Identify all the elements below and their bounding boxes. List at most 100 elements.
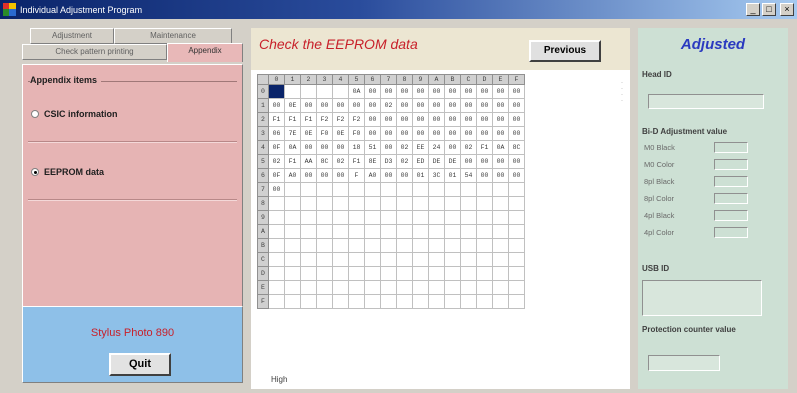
hex-cell[interactable]: 0F <box>268 140 285 155</box>
hex-cell[interactable]: 00 <box>460 112 477 127</box>
tab-adjustment[interactable]: Adjustment <box>30 28 114 44</box>
hex-cell[interactable]: 00 <box>380 112 397 127</box>
hex-cell[interactable] <box>332 196 349 211</box>
hex-cell[interactable]: 00 <box>428 112 445 127</box>
hex-cell[interactable] <box>476 224 493 239</box>
hex-cell[interactable] <box>396 196 413 211</box>
hex-cell[interactable]: 00 <box>316 140 333 155</box>
hex-cell[interactable]: 00 <box>492 168 509 183</box>
hex-cell[interactable] <box>460 294 477 309</box>
hex-cell[interactable] <box>412 238 429 253</box>
hex-cell[interactable]: 24 <box>428 140 445 155</box>
hex-cell[interactable]: 00 <box>412 126 429 141</box>
hex-cell[interactable] <box>300 252 317 267</box>
tab-maintenance[interactable]: Maintenance <box>114 28 232 44</box>
hex-cell[interactable]: 00 <box>460 98 477 113</box>
hex-cell[interactable] <box>428 182 445 197</box>
hex-cell[interactable] <box>428 210 445 225</box>
hex-cell[interactable] <box>332 266 349 281</box>
hex-cell[interactable]: 7E <box>284 126 301 141</box>
hex-cell[interactable]: 00 <box>508 126 525 141</box>
hex-cell[interactable]: 00 <box>428 126 445 141</box>
hex-cell[interactable] <box>412 252 429 267</box>
hex-cell[interactable] <box>300 266 317 281</box>
hex-cell[interactable]: ED <box>412 154 429 169</box>
hex-cell[interactable] <box>284 266 301 281</box>
hex-cell[interactable] <box>444 210 461 225</box>
hex-cell[interactable]: 06 <box>268 126 285 141</box>
hex-cell[interactable] <box>396 280 413 295</box>
hex-cell[interactable] <box>332 252 349 267</box>
hex-cell[interactable]: 00 <box>508 168 525 183</box>
previous-button[interactable]: Previous <box>529 40 601 62</box>
hex-cell[interactable]: 00 <box>332 98 349 113</box>
hex-cell[interactable] <box>316 196 333 211</box>
hex-cell[interactable] <box>316 210 333 225</box>
hex-cell[interactable]: 00 <box>380 168 397 183</box>
hex-cell[interactable]: 00 <box>380 126 397 141</box>
hex-cell[interactable]: F1 <box>284 112 301 127</box>
hex-cell[interactable] <box>364 294 381 309</box>
hex-cell[interactable] <box>476 182 493 197</box>
hex-cell[interactable]: 00 <box>444 112 461 127</box>
hex-cell[interactable] <box>444 224 461 239</box>
hex-cell[interactable] <box>508 294 525 309</box>
hex-cell[interactable]: 00 <box>492 84 509 99</box>
hex-cell[interactable]: 8C <box>508 140 525 155</box>
hex-cell[interactable] <box>380 210 397 225</box>
hex-cell[interactable]: 00 <box>364 112 381 127</box>
hex-cell[interactable]: F <box>348 168 365 183</box>
hex-cell[interactable]: 0A <box>348 84 365 99</box>
hex-cell[interactable]: 00 <box>460 126 477 141</box>
hex-cell[interactable]: F1 <box>284 154 301 169</box>
hex-cell[interactable] <box>332 280 349 295</box>
hex-cell[interactable]: 00 <box>300 98 317 113</box>
hex-cell[interactable] <box>492 294 509 309</box>
hex-cell[interactable] <box>460 224 477 239</box>
hex-cell[interactable] <box>300 210 317 225</box>
hex-cell[interactable]: 00 <box>508 154 525 169</box>
hex-cell[interactable] <box>268 252 285 267</box>
hex-cell[interactable] <box>444 238 461 253</box>
hex-cell[interactable] <box>316 84 333 99</box>
hex-cell[interactable] <box>316 224 333 239</box>
hex-cell[interactable] <box>428 294 445 309</box>
hex-cell[interactable] <box>396 294 413 309</box>
hex-cell[interactable] <box>364 210 381 225</box>
hex-cell[interactable]: 0E <box>300 126 317 141</box>
hex-cell[interactable]: 00 <box>348 98 365 113</box>
option-eeprom-data[interactable]: EEPROM data <box>31 167 104 177</box>
hex-cell[interactable] <box>476 252 493 267</box>
option-csic-information[interactable]: CSIC information <box>31 109 118 119</box>
hex-cell[interactable]: 02 <box>380 98 397 113</box>
hex-cell[interactable]: 00 <box>476 112 493 127</box>
hex-cell[interactable] <box>268 210 285 225</box>
hex-cell[interactable]: 0A <box>492 140 509 155</box>
hex-cell[interactable] <box>444 182 461 197</box>
hex-cell[interactable] <box>492 210 509 225</box>
hex-cell[interactable] <box>380 238 397 253</box>
hex-cell[interactable]: 00 <box>300 140 317 155</box>
hex-cell[interactable] <box>348 224 365 239</box>
hex-cell[interactable]: DE <box>428 154 445 169</box>
hex-cell[interactable] <box>476 294 493 309</box>
hex-cell[interactable] <box>332 210 349 225</box>
hex-cell[interactable] <box>316 294 333 309</box>
hex-cell[interactable]: 0F <box>268 168 285 183</box>
hex-cell[interactable] <box>316 280 333 295</box>
hex-cell[interactable] <box>428 280 445 295</box>
hex-cell[interactable] <box>508 266 525 281</box>
hex-cell[interactable] <box>316 238 333 253</box>
hex-cell[interactable] <box>444 196 461 211</box>
hex-cell[interactable]: 00 <box>332 140 349 155</box>
hex-cell[interactable] <box>412 280 429 295</box>
hex-cell[interactable]: 0E <box>284 98 301 113</box>
hex-cell[interactable] <box>476 196 493 211</box>
hex-cell[interactable]: 0E <box>332 126 349 141</box>
hex-cell[interactable] <box>508 210 525 225</box>
hex-cell[interactable]: 8E <box>364 154 381 169</box>
hex-cell[interactable] <box>476 266 493 281</box>
hex-cell[interactable]: 0A <box>284 140 301 155</box>
tab-appendix[interactable]: Appendix <box>167 43 243 62</box>
hex-cell[interactable] <box>364 266 381 281</box>
